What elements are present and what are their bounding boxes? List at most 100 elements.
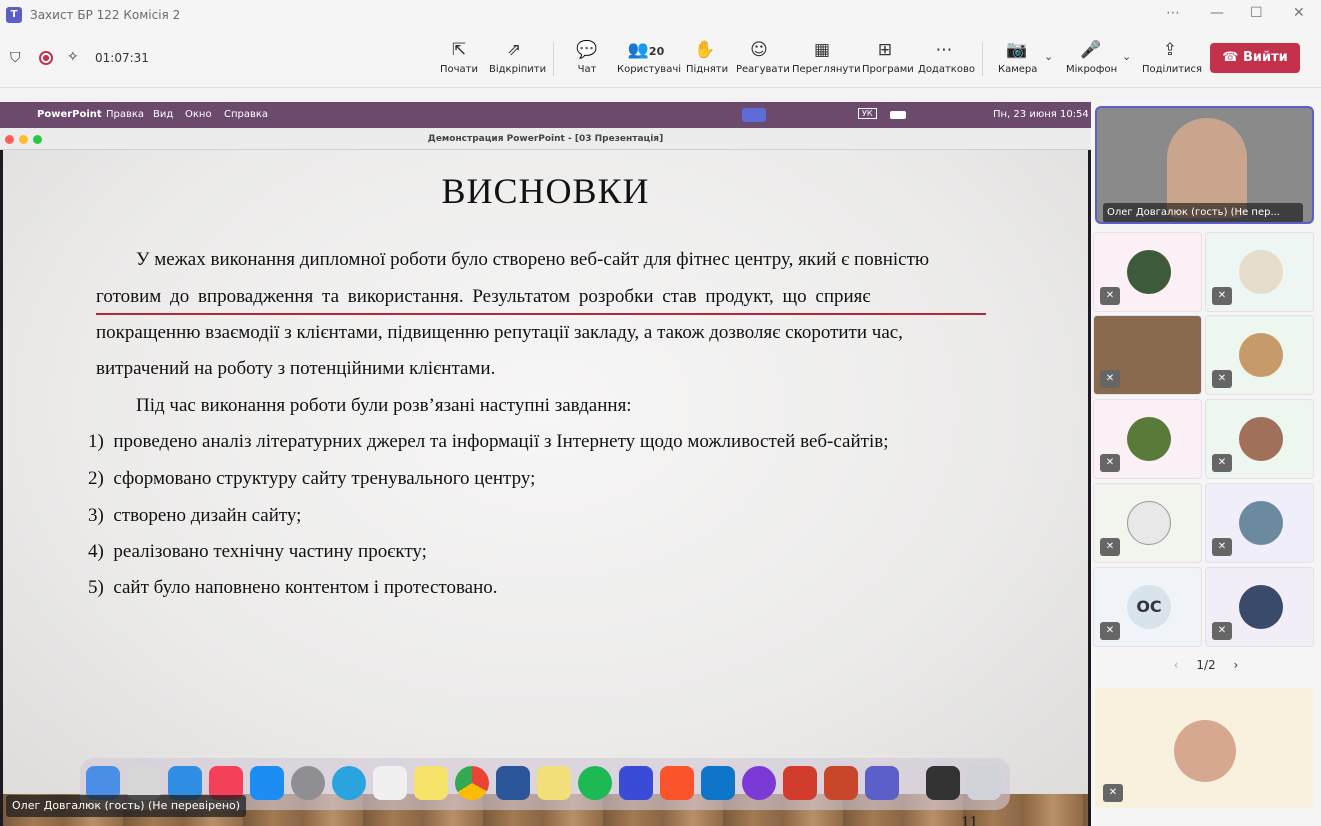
slide-page-number: 11 xyxy=(960,812,978,826)
next-page-icon[interactable]: › xyxy=(1233,658,1238,672)
avatar xyxy=(1127,501,1171,545)
menu-view[interactable]: Вид xyxy=(153,109,173,120)
menu-help[interactable]: Справка xyxy=(224,109,268,120)
app-store-icon[interactable] xyxy=(250,766,284,800)
mic-options-chevron-icon[interactable]: ⌄ xyxy=(1122,50,1131,63)
participant-tile[interactable]: ✕ xyxy=(1093,483,1202,563)
para1-line4: витрачений на роботу з потенційними кліє… xyxy=(96,358,496,379)
teams-logo-icon: T xyxy=(6,7,22,23)
brave-icon[interactable] xyxy=(660,766,694,800)
keyboard-layout[interactable]: УК xyxy=(858,108,877,119)
more-button[interactable]: ⋯ Додатково xyxy=(918,38,975,82)
participant-tile[interactable]: ✕ xyxy=(1093,315,1202,395)
participant-tile-large[interactable]: ✕ xyxy=(1095,688,1314,808)
camera-options-chevron-icon[interactable]: ⌄ xyxy=(1044,50,1053,63)
emoji-icon: ☺ xyxy=(750,40,768,60)
view-button[interactable]: ▦ Переглянути xyxy=(792,38,861,82)
mic-off-icon: ✕ xyxy=(1212,622,1232,640)
participant-tile[interactable]: ✕ xyxy=(1205,567,1314,647)
menu-clock: Пн, 23 июня 10:54 xyxy=(993,109,1089,120)
teams-icon[interactable] xyxy=(865,766,899,800)
vscode-icon[interactable] xyxy=(701,766,735,800)
pagination: ‹ 1/2 › xyxy=(1091,658,1321,672)
mic-off-icon: ✕ xyxy=(1212,538,1232,556)
notes-icon[interactable] xyxy=(414,766,448,800)
prev-page-icon[interactable]: ‹ xyxy=(1174,658,1179,672)
camera-button[interactable]: 📷 Камера xyxy=(998,38,1037,82)
close-button[interactable]: ✕ xyxy=(1293,5,1305,21)
mic-off-icon: ✕ xyxy=(1100,287,1120,305)
para1-line2: готовим до впровадження та використання.… xyxy=(96,286,871,307)
mic-off-icon: ✕ xyxy=(1103,784,1123,802)
telegram-icon[interactable] xyxy=(332,766,366,800)
textedit-icon[interactable] xyxy=(373,766,407,800)
mic-off-icon: ✕ xyxy=(1100,370,1120,388)
avatar xyxy=(1239,585,1283,629)
raise-hand-button[interactable]: ✋ Підняти xyxy=(686,38,728,82)
participant-tile[interactable]: ✕ xyxy=(1205,232,1314,312)
word-icon[interactable] xyxy=(496,766,530,800)
microphone-button[interactable]: 🎤 Мікрофон xyxy=(1066,38,1117,82)
xcode-icon[interactable] xyxy=(619,766,653,800)
sparkle-icon[interactable]: ✧ xyxy=(67,49,79,65)
trash-icon[interactable] xyxy=(967,766,1001,800)
unpin-button[interactable]: ⇗ Відкріпити xyxy=(489,38,546,82)
participant-tile[interactable]: ✕ xyxy=(1093,232,1202,312)
react-button[interactable]: ☺ Реагувати xyxy=(736,38,790,82)
more-icon[interactable]: ⋯ xyxy=(1166,5,1180,21)
apps-button[interactable]: ⊞ Програми xyxy=(862,38,914,82)
people-icon: 👥20 xyxy=(627,40,665,60)
chat-button[interactable]: 💬 Чат xyxy=(570,38,604,82)
avatar xyxy=(1239,417,1283,461)
remote-desktop-icon[interactable] xyxy=(783,766,817,800)
firefox-icon[interactable] xyxy=(742,766,776,800)
minimize-dot[interactable] xyxy=(19,135,28,144)
zoom-dot[interactable] xyxy=(33,135,42,144)
grid-icon: ▦ xyxy=(813,40,831,60)
para1-line1: У межах виконання дипломної роботи було … xyxy=(136,249,930,270)
shared-screen: PowerPoint Правка Вид Окно Справка УК Пн… xyxy=(0,102,1091,826)
participants-panel: Олег Довгалюк (гость) (Не пер... ✕ ✕ ✕ ✕… xyxy=(1091,102,1321,826)
speaker-video-tile[interactable]: Олег Довгалюк (гость) (Не пер... xyxy=(1095,106,1314,224)
chrome-icon[interactable] xyxy=(455,766,489,800)
settings-icon[interactable] xyxy=(291,766,325,800)
close-dot[interactable] xyxy=(5,135,14,144)
list-item: 4) реалізовано технічну частину проєкту; xyxy=(88,541,427,562)
initials-avatar: ОС xyxy=(1127,585,1171,629)
menu-edit[interactable]: Правка xyxy=(106,109,144,120)
screen-share-icon[interactable] xyxy=(742,108,766,122)
participant-tile[interactable]: ✕ xyxy=(1205,483,1314,563)
recording-icon xyxy=(39,51,53,65)
shield-icon[interactable]: ⛉ xyxy=(10,50,21,66)
people-button[interactable]: 👥20 Користувачі xyxy=(617,38,681,82)
start-button[interactable]: ⇱ Почати xyxy=(438,38,480,82)
title-bar: T Захист БР 122 Комісія 2 ⋯ — ☐ ✕ xyxy=(0,0,1321,30)
mic-off-icon: ✕ xyxy=(1212,370,1232,388)
powerpoint-icon[interactable] xyxy=(824,766,858,800)
menu-app-name[interactable]: PowerPoint xyxy=(37,109,102,120)
mic-off-icon: ✕ xyxy=(1100,454,1120,472)
more-dots-icon: ⋯ xyxy=(935,40,953,60)
mic-off-icon: ✕ xyxy=(1100,538,1120,556)
phone-icon: ☎ xyxy=(1222,50,1243,65)
participant-tile[interactable]: ✕ xyxy=(1205,315,1314,395)
spotify-icon[interactable] xyxy=(578,766,612,800)
slide-title: ВИСНОВКИ xyxy=(441,171,650,211)
list-item: 1) проведено аналіз літературних джерел … xyxy=(88,431,889,452)
maximize-button[interactable]: ☐ xyxy=(1250,5,1263,21)
slide: ВИСНОВКИ У межах виконання дипломної роб… xyxy=(3,150,1088,794)
leave-button[interactable]: ☎ Вийти xyxy=(1210,43,1300,73)
battery-icon xyxy=(890,111,906,119)
participant-tile[interactable]: ✕ xyxy=(1205,399,1314,479)
camera-off-icon: 📷 xyxy=(1006,40,1028,60)
stickies-icon[interactable] xyxy=(537,766,571,800)
participant-tile[interactable]: ОС ✕ xyxy=(1093,567,1202,647)
menu-window[interactable]: Окно xyxy=(185,109,212,120)
terminal-icon[interactable] xyxy=(926,766,960,800)
share-button[interactable]: ⇪ Поділитися xyxy=(1142,38,1202,82)
list-item: 5) сайт було наповнено контентом і проте… xyxy=(88,577,498,598)
mic-off-icon: ✕ xyxy=(1212,287,1232,305)
minimize-button[interactable]: — xyxy=(1210,5,1224,21)
participant-tile[interactable]: ✕ xyxy=(1093,399,1202,479)
list-item: 3) створено дизайн сайту; xyxy=(88,505,302,526)
